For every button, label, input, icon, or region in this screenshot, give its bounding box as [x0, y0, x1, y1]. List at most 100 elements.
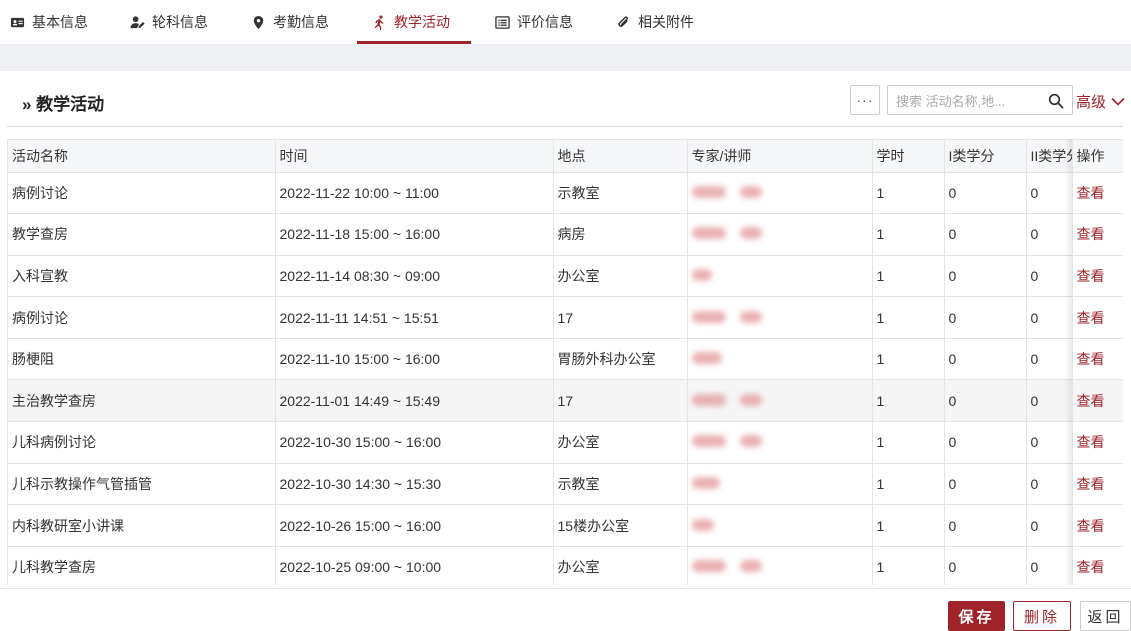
view-link[interactable]: 查看: [1072, 255, 1123, 298]
cell-time: 2022-11-10 15:00 ~ 16:00: [275, 338, 554, 381]
header-time[interactable]: 时间: [275, 140, 554, 173]
table-row[interactable]: 内科教研室小讲课 2022-10-26 15:00 ~ 16:00 15楼办公室 1 0…: [8, 504, 1123, 547]
redacted-name: [739, 393, 762, 406]
table-row[interactable]: 肠梗阻 2022-11-10 15:00 ~ 16:00 胃肠外科办公室 1 0 0 查看: [8, 338, 1123, 381]
cell-location: 办公室: [553, 546, 688, 585]
header-activity-name[interactable]: 活动名称: [8, 140, 276, 173]
view-link[interactable]: 查看: [1072, 379, 1123, 423]
redacted-name: [691, 560, 726, 573]
view-link[interactable]: 查看: [1072, 296, 1123, 339]
tab-rotation-info[interactable]: 轮科信息: [130, 0, 208, 44]
view-link[interactable]: 查看: [1072, 338, 1123, 381]
back-button[interactable]: 返回: [1080, 601, 1131, 631]
redacted-name: [691, 476, 720, 489]
cell-activity-name: 肠梗阻: [8, 338, 276, 381]
redacted-name: [691, 268, 712, 281]
cell-location: 17: [553, 296, 688, 339]
cell-activity-name: 儿科教学查房: [8, 546, 276, 585]
table-row[interactable]: 儿科示教操作气管插管 2022-10-30 14:30 ~ 15:30 示教室 1 0 0…: [8, 463, 1123, 506]
cell-activity-name: 入科宣教: [8, 255, 276, 298]
cell-expert: [687, 172, 873, 215]
cell-expert: [687, 296, 873, 339]
cell-time: 2022-10-26 15:00 ~ 16:00: [275, 504, 554, 547]
cell-credit-1: 0: [944, 421, 1027, 464]
tab-label: 相关附件: [638, 14, 694, 30]
cell-expert: [687, 421, 873, 464]
table-header-row: 活动名称 时间 地点 专家/讲师 学时 I类学分 II类学分 操作: [8, 140, 1123, 173]
header-hours[interactable]: 学时: [872, 140, 945, 173]
view-link[interactable]: 查看: [1072, 421, 1123, 464]
view-link[interactable]: 查看: [1072, 172, 1123, 215]
table-row[interactable]: 主治教学查房 2022-11-01 14:49 ~ 15:49 17 1 0 0 查看: [8, 379, 1123, 423]
cell-credit-1: 0: [944, 338, 1027, 381]
footer-divider: [0, 588, 1131, 589]
table-row[interactable]: 病例讨论 2022-11-11 14:51 ~ 15:51 17 1 0 0 查看: [8, 296, 1123, 339]
cell-time: 2022-11-11 14:51 ~ 15:51: [275, 296, 554, 339]
tab-label: 教学活动: [394, 14, 450, 30]
view-link[interactable]: 查看: [1072, 463, 1123, 506]
table-row[interactable]: 儿科病例讨论 2022-10-30 15:00 ~ 16:00 办公室 1 0 0 查看: [8, 421, 1123, 464]
table-row[interactable]: 教学查房 2022-11-18 15:00 ~ 16:00 病房 1 0 0 查看: [8, 213, 1123, 256]
redacted-name: [739, 435, 762, 448]
cell-location: 示教室: [553, 172, 688, 215]
tab-basic-info[interactable]: 基本信息: [10, 0, 88, 44]
tab-attachments[interactable]: 相关附件: [616, 0, 694, 44]
cell-time: 2022-10-30 15:00 ~ 16:00: [275, 421, 554, 464]
cell-hours: 1: [872, 296, 945, 339]
redacted-name: [691, 185, 726, 198]
redacted-name: [691, 310, 726, 323]
cell-time: 2022-10-25 09:00 ~ 10:00: [275, 546, 554, 585]
cell-credit-1: 0: [944, 172, 1027, 215]
header-actions: 操作: [1072, 140, 1123, 173]
cell-expert: [687, 379, 873, 423]
section-divider: [7, 126, 1123, 127]
chevron-down-icon: [1111, 97, 1125, 106]
table-row[interactable]: 入科宣教 2022-11-14 08:30 ~ 09:00 办公室 1 0 0 查看: [8, 255, 1123, 298]
tab-separator-band: [0, 44, 1131, 71]
save-button[interactable]: 保存: [948, 601, 1005, 631]
tab-label: 基本信息: [32, 14, 88, 30]
redacted-name: [691, 518, 714, 531]
search-input[interactable]: [896, 92, 1046, 110]
cell-activity-name: 儿科示教操作气管插管: [8, 463, 276, 506]
cell-expert: [687, 338, 873, 381]
delete-button[interactable]: 删除: [1013, 601, 1071, 631]
view-link[interactable]: 查看: [1072, 213, 1123, 256]
tab-attendance-info[interactable]: 考勤信息: [251, 0, 329, 44]
cell-hours: 1: [872, 338, 945, 381]
cell-hours: 1: [872, 379, 945, 423]
cell-location: 办公室: [553, 255, 688, 298]
cell-expert: [687, 255, 873, 298]
cell-location: 胃肠外科办公室: [553, 338, 688, 381]
tab-evaluation-info[interactable]: 评价信息: [495, 0, 573, 44]
search-icon[interactable]: [1048, 93, 1064, 109]
cell-activity-name: 病例讨论: [8, 172, 276, 215]
header-expert[interactable]: 专家/讲师: [687, 140, 873, 173]
view-link[interactable]: 查看: [1072, 504, 1123, 547]
cell-time: 2022-11-22 10:00 ~ 11:00: [275, 172, 554, 215]
redacted-name: [691, 393, 726, 406]
section-title: » 教学活动: [22, 95, 105, 114]
cell-time: 2022-11-14 08:30 ~ 09:00: [275, 255, 554, 298]
cell-location: 病房: [553, 213, 688, 256]
view-link[interactable]: 查看: [1072, 546, 1123, 585]
cell-expert: [687, 213, 873, 256]
more-options-button[interactable]: ···: [850, 85, 880, 115]
header-credit-1[interactable]: I类学分: [944, 140, 1027, 173]
fixed-column-shadow: [1064, 139, 1072, 585]
map-pin-icon: [253, 15, 264, 29]
table-row[interactable]: 儿科教学查房 2022-10-25 09:00 ~ 10:00 办公室 1 0 0 查看: [8, 546, 1123, 585]
advanced-filter-button[interactable]: 高级: [1076, 91, 1125, 112]
id-card-icon: [10, 17, 25, 27]
list-icon: [495, 15, 510, 29]
cell-credit-1: 0: [944, 546, 1027, 585]
activity-table-container[interactable]: 活动名称 时间 地点 专家/讲师 学时 I类学分 II类学分 操作 病例讨论20…: [7, 139, 1123, 585]
redacted-name: [739, 560, 762, 573]
cell-hours: 1: [872, 546, 945, 585]
cell-time: 2022-10-30 14:30 ~ 15:30: [275, 463, 554, 506]
redacted-name: [691, 435, 726, 448]
header-location[interactable]: 地点: [553, 140, 688, 173]
tab-teaching-activity[interactable]: 教学活动: [372, 0, 450, 44]
table-row[interactable]: 病例讨论 2022-11-22 10:00 ~ 11:00 示教室 1 0 0 查看: [8, 172, 1123, 215]
cell-activity-name: 教学查房: [8, 213, 276, 256]
